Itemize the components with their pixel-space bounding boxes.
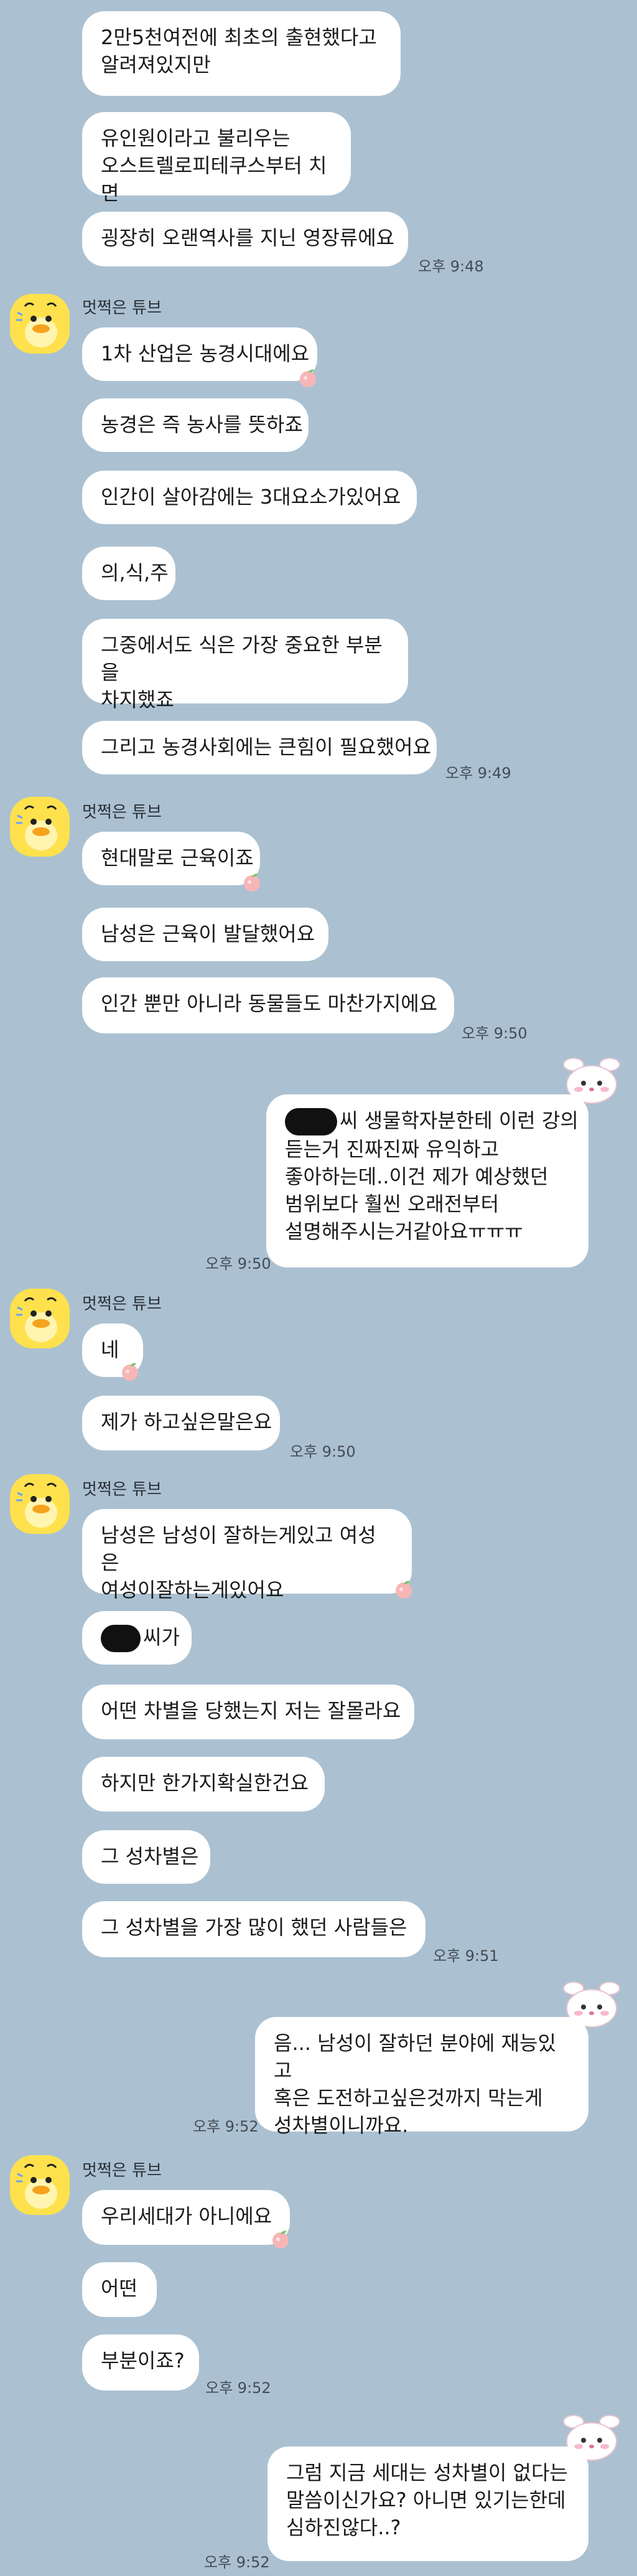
my-message-bubble[interactable]: 음... 남성이 잘하던 분야에 재능있고 혹은 도전하고싶은것까지 막는게 성…: [255, 2017, 588, 2137]
message-text: 음... 남성이 잘하던 분야에 재능있고 혹은 도전하고싶은것까지 막는게 성…: [274, 2031, 556, 2137]
tube-duck-avatar-icon[interactable]: [10, 1474, 70, 1534]
sender-name: 멋쩍은 튜브: [82, 1480, 162, 1499]
tube-duck-avatar-icon[interactable]: [10, 1289, 70, 1348]
message-bubble[interactable]: 제가 하고싶은말은요: [82, 1396, 280, 1450]
message-text: 1차 산업은 농경시대에요: [101, 342, 310, 365]
peach-heart-icon: [297, 367, 318, 388]
timestamp: 오후 9:49: [445, 764, 511, 782]
message-bubble[interactable]: 1차 산업은 농경시대에요: [82, 327, 317, 381]
message-bubble[interactable]: 굉장히 오랜역사를 지닌 영장류에요: [82, 212, 408, 266]
message-text: 우리세대가 아니에요: [101, 2204, 272, 2228]
message-text: 어떤 차별을 당했는지 저는 잘몰라요: [101, 1699, 401, 1723]
message-text: 하지만 한가지확실한건요: [101, 1771, 309, 1795]
sender-name: 멋쩍은 튜브: [82, 2161, 162, 2180]
timestamp: 오후 9:51: [433, 1947, 499, 1965]
message-text: 의,식,주: [101, 561, 169, 585]
message-bubble[interactable]: 인간이 살아감에는 3대요소가있어요: [82, 471, 417, 524]
message-bubble[interactable]: 그 성차별을 가장 많이 했던 사람들은: [82, 1901, 425, 1957]
message-bubble[interactable]: 인간 뿐만 아니라 동물들도 마찬가지에요: [82, 977, 454, 1033]
message-bubble[interactable]: 그리고 농경사회에는 큰힘이 필요했어요: [82, 721, 437, 774]
message-bubble[interactable]: 씨가: [82, 1611, 192, 1665]
message-text: 어떤: [101, 2277, 137, 2300]
message-text: 제가 하고싶은말은요: [101, 1410, 272, 1434]
message-bubble[interactable]: 어떤: [82, 2262, 157, 2317]
message-bubble[interactable]: 우리세대가 아니에요: [82, 2190, 290, 2245]
redacted-name: [101, 1625, 141, 1652]
message-text: 듣는거 진짜진짜 유익하고 좋아하는데..이건 제가 예상했던 범위보다 훨씬 …: [285, 1137, 549, 1243]
message-bubble[interactable]: 어떤 차별을 당했는지 저는 잘몰라요: [82, 1685, 414, 1739]
message-text: 2만5천여전에 최초의 출현했다고 알려져있지만: [101, 26, 377, 77]
message-text: 그 성차별은: [101, 1845, 199, 1868]
message-text: 그중에서도 식은 가장 중요한 부분을 차지했죠: [101, 633, 383, 712]
message-text: 남성은 남성이 잘하는게있고 여성은 여성이잘하는게있어요: [101, 1523, 376, 1602]
message-bubble[interactable]: 2만5천여전에 최초의 출현했다고 알려져있지만: [82, 11, 401, 96]
peach-heart-icon: [270, 2229, 291, 2250]
message-text: 씨 생물학자분한테 이런 강의: [285, 1107, 579, 1135]
timestamp: 오후 9:52: [205, 2379, 271, 2397]
peach-heart-icon: [393, 1579, 414, 1600]
timestamp: 오후 9:50: [205, 1255, 271, 1272]
message-bubble[interactable]: 현대말로 근육이죠: [82, 832, 260, 885]
my-message-bubble[interactable]: 씨 생물학자분한테 이런 강의 듣는거 진짜진짜 유익하고 좋아하는데..이건 …: [266, 1094, 588, 1267]
message-bubble[interactable]: 남성은 남성이 잘하는게있고 여성은 여성이잘하는게있어요: [82, 1509, 412, 1602]
message-text: 그리고 농경사회에는 큰힘이 필요했어요: [101, 735, 431, 759]
message-bubble[interactable]: 그 성차별은: [82, 1830, 210, 1884]
sender-name: 멋쩍은 튜브: [82, 299, 162, 317]
message-bubble[interactable]: 하지만 한가지확실한건요: [82, 1757, 325, 1812]
message-text: 남성은 근육이 발달했어요: [101, 922, 315, 946]
tube-duck-avatar-icon[interactable]: [10, 2155, 70, 2215]
message-text: 인간이 살아감에는 3대요소가있어요: [101, 485, 401, 509]
message-text: 현대말로 근육이죠: [101, 846, 254, 870]
sender-name: 멋쩍은 튜브: [82, 1295, 162, 1314]
message-text-line: 씨 생물학자분한테 이런 강의: [340, 1109, 579, 1132]
message-text: 부분이죠?: [101, 2349, 185, 2372]
message-text: 그 성차별을 가장 많이 했던 사람들은: [101, 1916, 407, 1939]
message-text: 농경은 즉 농사를 뜻하죠: [101, 413, 303, 436]
peach-heart-icon: [241, 872, 263, 893]
message-bubble[interactable]: 부분이죠?: [82, 2334, 199, 2390]
timestamp: 오후 9:50: [462, 1025, 528, 1042]
redacted-name: [285, 1108, 337, 1135]
my-message-bubble[interactable]: 그럼 지금 세대는 성차별이 없다는 말씀이신가요? 아니면 있기는한데 심하진…: [267, 2447, 588, 2561]
tube-duck-avatar-icon[interactable]: [10, 294, 70, 354]
timestamp: 오후 9:48: [418, 258, 484, 275]
message-text: 그럼 지금 세대는 성차별이 없다는 말씀이신가요? 아니면 있기는한데 심하진…: [286, 2461, 568, 2539]
message-bubble[interactable]: 유인원이라고 불리우는 오스트렐로피테쿠스부터 치면: [82, 112, 351, 205]
message-text: 유인원이라고 불리우는 오스트렐로피테쿠스부터 치면: [101, 126, 327, 205]
timestamp: 오후 9:50: [290, 1443, 356, 1460]
message-text: 네: [101, 1338, 119, 1361]
sender-name: 멋쩍은 튜브: [82, 803, 162, 822]
timestamp: 오후 9:52: [193, 2118, 259, 2135]
timestamp: 오후 9:52: [204, 2554, 270, 2571]
message-bubble[interactable]: 남성은 근육이 발달했어요: [82, 908, 328, 961]
message-bubble[interactable]: 의,식,주: [82, 547, 175, 600]
tube-duck-avatar-icon[interactable]: [10, 797, 70, 857]
message-text: 인간 뿐만 아니라 동물들도 마찬가지에요: [101, 992, 438, 1015]
message-text: 씨가: [143, 1625, 180, 1649]
peach-heart-icon: [119, 1361, 141, 1382]
message-text: 굉장히 오랜역사를 지닌 영장류에요: [101, 226, 395, 250]
message-bubble[interactable]: 그중에서도 식은 가장 중요한 부분을 차지했죠: [82, 619, 408, 712]
message-bubble[interactable]: 농경은 즉 농사를 뜻하죠: [82, 398, 309, 452]
